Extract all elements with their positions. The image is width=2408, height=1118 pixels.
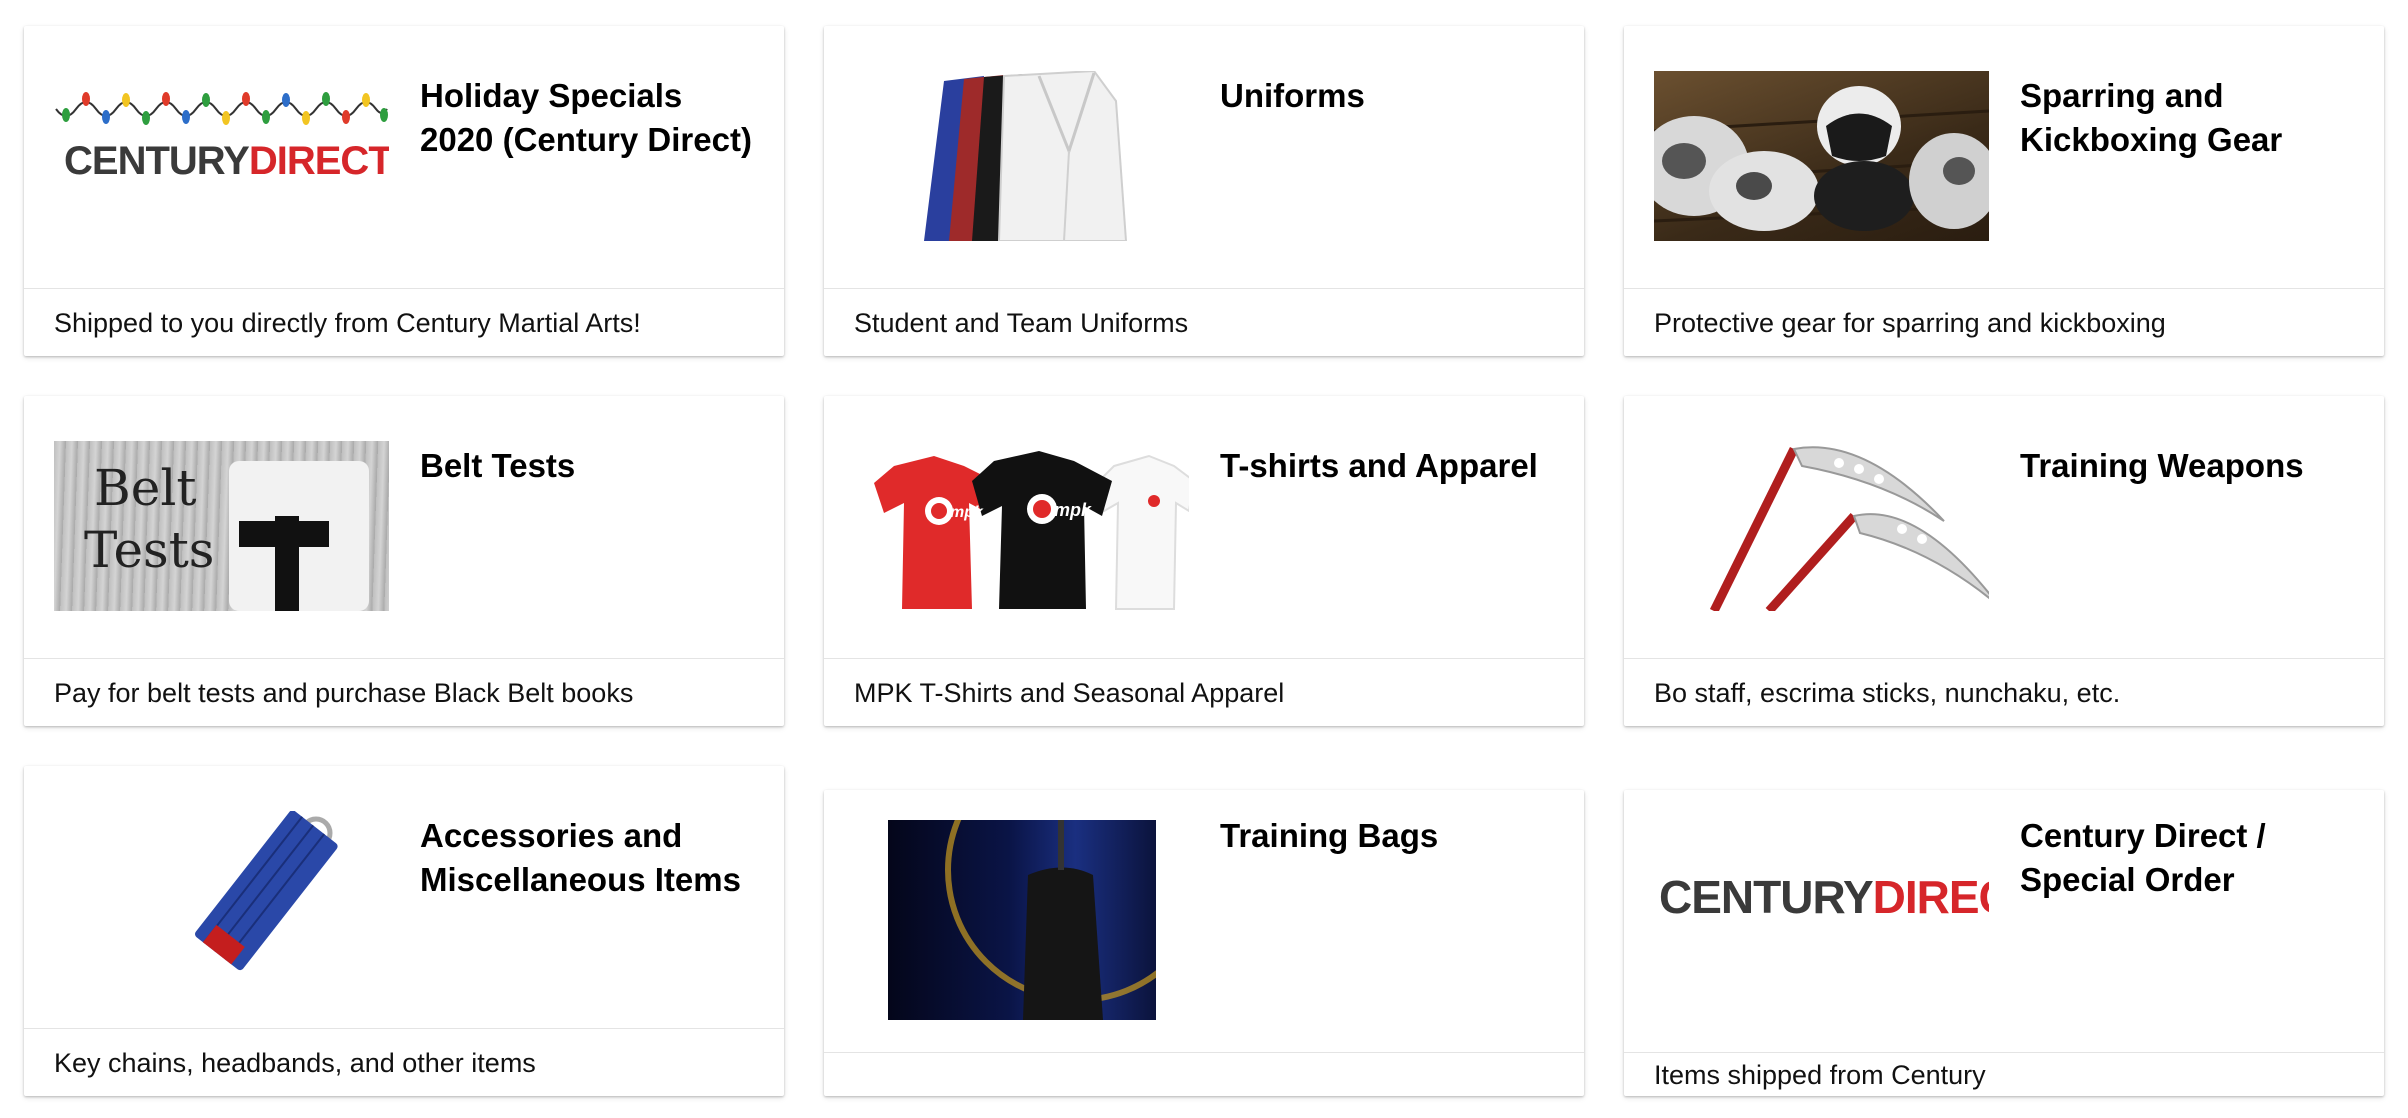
- card-title[interactable]: Training Weapons: [2020, 444, 2358, 488]
- category-card-training-weapons[interactable]: Training Weapons Bo staff, escrima stick…: [1624, 396, 2384, 726]
- category-card-training-bags[interactable]: Training Bags: [824, 790, 1584, 1096]
- category-card-belt-tests[interactable]: Belt Tests Belt Tests Pay for belt tests…: [24, 396, 784, 726]
- card-title[interactable]: Accessories and Miscellaneous Items: [420, 814, 758, 902]
- belt-image-text-1: Belt: [94, 459, 197, 517]
- card-description: Key chains, headbands, and other items: [24, 1028, 784, 1096]
- uniform-icon: [924, 71, 1128, 241]
- card-title[interactable]: Century Direct / Special Order: [2020, 814, 2358, 902]
- card-description: Protective gear for sparring and kickbox…: [1624, 288, 2384, 356]
- sparring-gear-image[interactable]: [1654, 71, 1989, 241]
- training-bag-icon: [945, 820, 1156, 1020]
- holiday-logo-image[interactable]: CENTURYDIRECT: [54, 71, 389, 241]
- category-card-holiday-specials[interactable]: CENTURYDIRECT Holiday Specials 2020 (Cen…: [24, 26, 784, 356]
- category-card-sparring-gear[interactable]: Sparring and Kickboxing Gear Protective …: [1624, 26, 2384, 356]
- tshirts-image[interactable]: mpk mpk: [854, 441, 1189, 611]
- card-description: Items shipped from Century: [1624, 1052, 2384, 1096]
- shirt-logo-text: mpk: [950, 504, 984, 521]
- training-bags-image[interactable]: [888, 820, 1156, 1020]
- card-description: Bo staff, escrima sticks, nunchaku, etc.: [1624, 658, 2384, 726]
- training-weapons-image[interactable]: [1654, 441, 1989, 611]
- uniforms-image[interactable]: [854, 71, 1189, 241]
- belt-tests-image[interactable]: Belt Tests: [54, 441, 389, 611]
- belt-image-text-2: Tests: [84, 521, 215, 579]
- century-direct-logo: CENTURYDIRECT: [64, 139, 389, 183]
- card-title[interactable]: Training Bags: [1220, 814, 1558, 858]
- category-card-tshirts[interactable]: mpk mpk T-shirts and Apparel MPK T-Shirt…: [824, 396, 1584, 726]
- sparring-gear-icon: [1654, 86, 1989, 231]
- card-title[interactable]: Sparring and Kickboxing Gear: [2020, 74, 2358, 162]
- belt-knot-icon: [239, 521, 329, 547]
- card-description: Pay for belt tests and purchase Black Be…: [24, 658, 784, 726]
- card-description: [824, 1052, 1584, 1096]
- card-description: Shipped to you directly from Century Mar…: [24, 288, 784, 356]
- shirt-logo-text: mpk: [1054, 500, 1092, 520]
- card-title[interactable]: Belt Tests: [420, 444, 758, 488]
- keychain-icon: [195, 811, 338, 971]
- century-direct-image[interactable]: CENTURYDIRECT: [1654, 820, 1989, 990]
- card-description: MPK T-Shirts and Seasonal Apparel: [824, 658, 1584, 726]
- card-title[interactable]: T-shirts and Apparel: [1220, 444, 1558, 488]
- category-card-accessories[interactable]: Accessories and Miscellaneous Items Key …: [24, 766, 784, 1096]
- card-title[interactable]: Holiday Specials 2020 (Century Direct): [420, 74, 758, 162]
- card-description: Student and Team Uniforms: [824, 288, 1584, 356]
- card-title[interactable]: Uniforms: [1220, 74, 1558, 118]
- accessories-image[interactable]: [54, 811, 389, 981]
- tshirts-icon: mpk mpk: [874, 451, 1189, 610]
- kama-icon: [1709, 446, 1989, 611]
- century-direct-logo: CENTURYDIRECT: [1659, 871, 1989, 923]
- category-card-uniforms[interactable]: Uniforms Student and Team Uniforms: [824, 26, 1584, 356]
- category-card-century-direct[interactable]: CENTURYDIRECT Century Direct / Special O…: [1624, 790, 2384, 1096]
